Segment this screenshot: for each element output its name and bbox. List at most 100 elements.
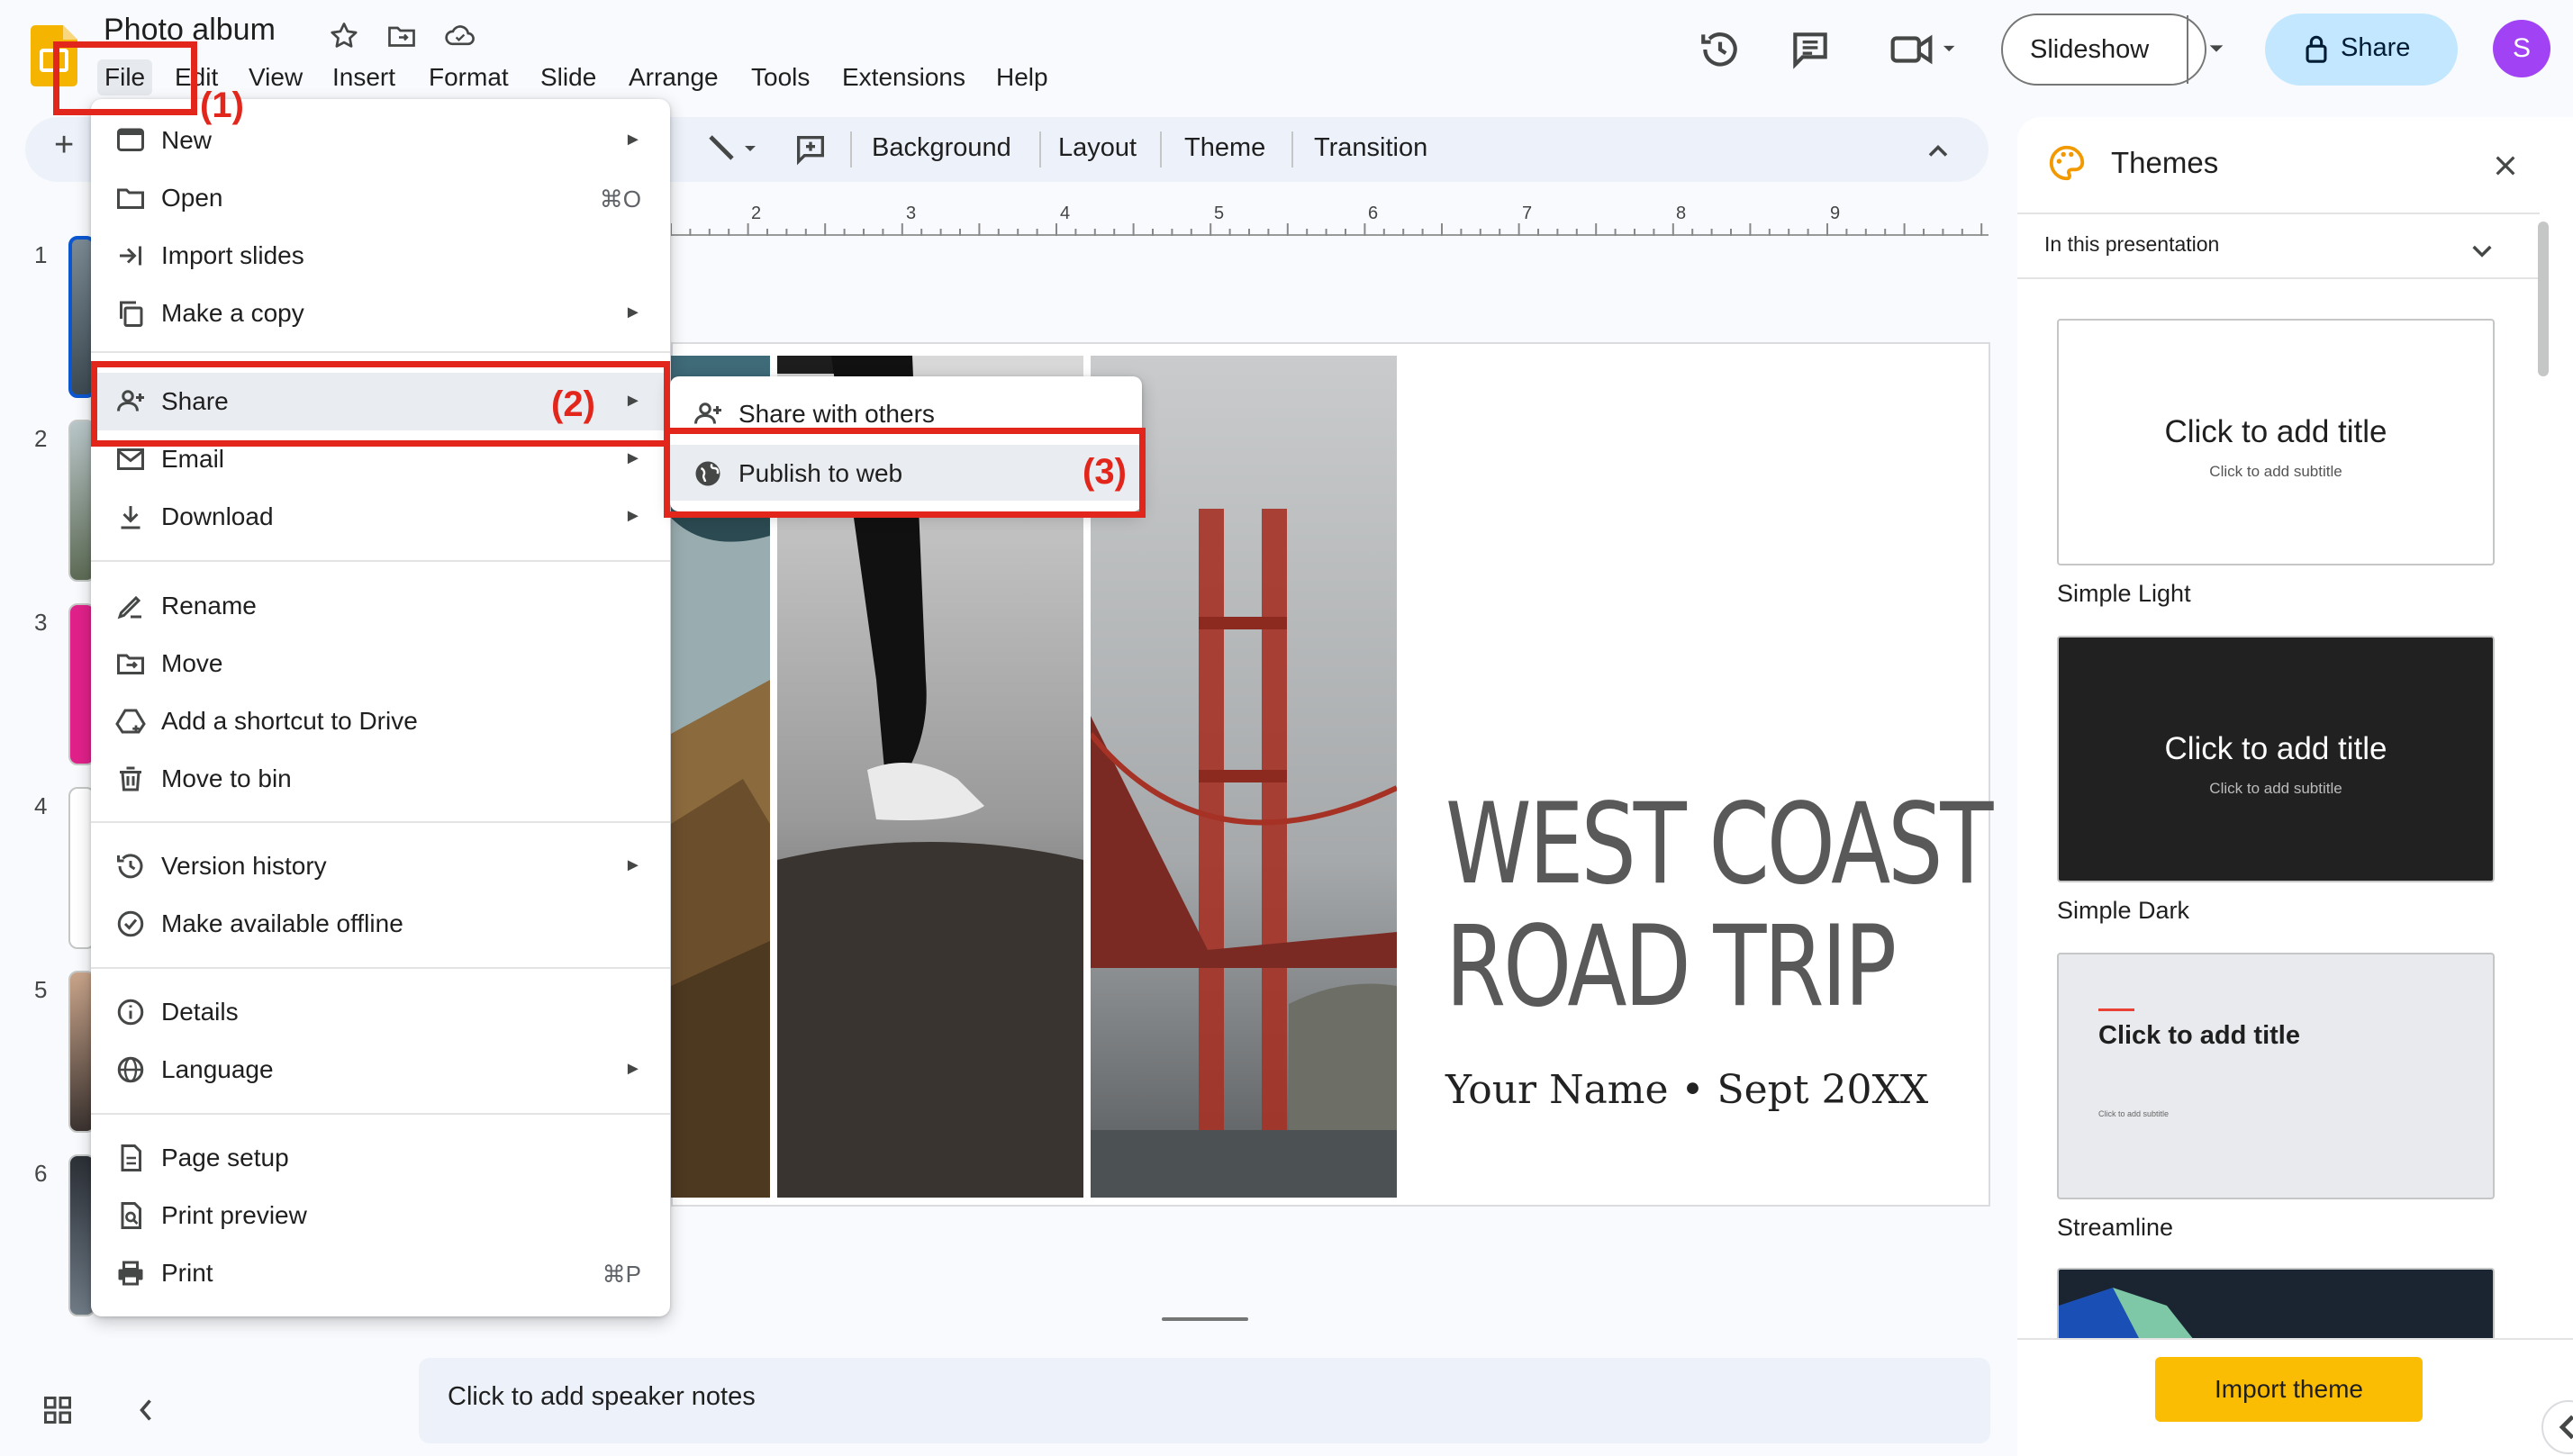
theme-name[interactable]: Simple Dark (2057, 897, 2189, 925)
slideshow-button[interactable]: Slideshow (2001, 14, 2224, 86)
menu-item-label: Move (161, 649, 223, 677)
menu-item-add-shortcut[interactable]: Add a shortcut to Drive (91, 692, 670, 750)
menu-item-print-preview[interactable]: Print preview (91, 1187, 670, 1244)
divider (2017, 277, 2540, 279)
menu-item-page-setup[interactable]: Page setup (91, 1129, 670, 1187)
menu-format[interactable]: Format (421, 59, 516, 95)
menu-view[interactable]: View (241, 59, 310, 95)
menu-item-label: Add a shortcut to Drive (161, 707, 418, 735)
theme-preview-title: Click to add title (2164, 731, 2387, 766)
palette-icon (2046, 142, 2088, 184)
printer-icon (114, 1257, 147, 1289)
menu-item-download[interactable]: Download ► (91, 488, 670, 546)
grid-view-icon[interactable] (41, 1394, 74, 1426)
ruler-label: 5 (1214, 203, 1225, 223)
add-comment-icon[interactable] (793, 131, 829, 167)
layout-button[interactable]: Layout (1058, 133, 1137, 163)
theme-card-partial[interactable] (2057, 1268, 2495, 1338)
menu-item-move-to-bin[interactable]: Move to bin (91, 750, 670, 808)
menu-help[interactable]: Help (989, 59, 1055, 95)
expand-panel-icon[interactable] (2541, 1400, 2573, 1454)
menu-item-label: Page setup (161, 1144, 289, 1171)
submenu-arrow-icon: ► (624, 303, 642, 322)
menu-item-label: Language (161, 1055, 274, 1083)
theme-preview-subtitle: Click to add subtitle (2209, 780, 2342, 797)
slideshow-label: Slideshow (2030, 35, 2150, 64)
slideshow-divider (2187, 15, 2188, 84)
slide-number: 1 (34, 241, 48, 268)
rename-icon (114, 590, 147, 622)
menu-slide[interactable]: Slide (533, 59, 603, 95)
theme-card-simple-light[interactable]: Click to add title Click to add subtitle (2057, 319, 2495, 565)
menu-arrange[interactable]: Arrange (621, 59, 726, 95)
share-button[interactable]: Share (2265, 14, 2458, 86)
move-folder-icon[interactable] (385, 20, 418, 52)
theme-name[interactable]: Streamline (2057, 1214, 2173, 1242)
transition-button[interactable]: Transition (1314, 133, 1427, 163)
slide-number: 6 (34, 1160, 48, 1187)
slide-number: 4 (34, 792, 48, 819)
import-theme-button[interactable]: Import theme (2155, 1357, 2423, 1422)
menu-extensions[interactable]: Extensions (835, 59, 973, 95)
menu-item-move[interactable]: Move (91, 635, 670, 692)
cloud-saved-icon[interactable] (443, 20, 476, 52)
new-slide-button[interactable]: + (54, 126, 74, 165)
slide-headline[interactable]: WEST COAST ROAD TRIP (1445, 780, 1993, 1028)
new-presentation-icon (114, 124, 147, 157)
slide-number: 5 (34, 976, 48, 1003)
submenu-arrow-icon: ► (624, 130, 642, 149)
menu-item-make-a-copy[interactable]: Make a copy ► (91, 285, 670, 342)
import-icon (114, 240, 147, 272)
menu-tools[interactable]: Tools (744, 59, 817, 95)
menu-insert[interactable]: Insert (325, 59, 403, 95)
menu-item-rename[interactable]: Rename (91, 577, 670, 635)
history-icon[interactable] (1698, 27, 1743, 72)
share-person-icon (692, 398, 724, 430)
menu-item-open[interactable]: Open ⌘O (91, 169, 670, 227)
menu-item-label: Details (161, 998, 239, 1026)
collapse-filmstrip-icon[interactable] (133, 1394, 159, 1426)
avatar[interactable]: S (2493, 20, 2550, 77)
print-preview-icon (114, 1199, 147, 1232)
lock-icon (2303, 33, 2330, 64)
slide-subtitle[interactable]: Your Name • Sept 20XX (1445, 1067, 1928, 1113)
line-tool-icon[interactable] (705, 131, 759, 167)
background-button[interactable]: Background (872, 133, 1011, 163)
theme-card-streamline[interactable]: Click to add title Click to add subtitle (2057, 953, 2495, 1199)
menu-item-make-available-offline[interactable]: Make available offline (91, 895, 670, 953)
themes-scrollbar[interactable] (2538, 222, 2549, 376)
notes-resize-handle[interactable] (1162, 1317, 1248, 1321)
menu-item-shortcut: ⌘O (599, 185, 641, 213)
theme-preview-title: Click to add title (2164, 414, 2387, 449)
star-icon[interactable] (328, 20, 360, 52)
chevron-down-icon[interactable] (2468, 236, 2496, 265)
slideshow-dropdown-icon[interactable] (2206, 39, 2226, 59)
menu-item-label: Rename (161, 592, 257, 619)
theme-card-simple-dark[interactable]: Click to add title Click to add subtitle (2057, 636, 2495, 882)
menu-item-details[interactable]: Details (91, 983, 670, 1041)
theme-button[interactable]: Theme (1184, 133, 1265, 163)
submenu-arrow-icon: ► (624, 448, 642, 468)
collapse-toolbar-icon[interactable] (1922, 135, 1954, 167)
slide-number: 2 (34, 425, 48, 452)
themes-filter-select[interactable]: In this presentation (2044, 232, 2219, 257)
menu-item-label: Make a copy (161, 299, 304, 327)
menu-item-language[interactable]: Language ► (91, 1041, 670, 1099)
headline-line-1: WEST COAST (1445, 780, 1993, 909)
theme-name[interactable]: Simple Light (2057, 580, 2191, 608)
menu-item-label: Download (161, 502, 274, 530)
menu-item-print[interactable]: Print ⌘P (91, 1244, 670, 1302)
history-icon (114, 850, 147, 882)
annotation-label-step-1: (1) (200, 86, 244, 125)
menu-item-label: Print (161, 1259, 213, 1287)
close-icon[interactable] (2491, 151, 2520, 180)
ruler-label: 8 (1676, 203, 1687, 223)
speaker-notes-placeholder[interactable]: Click to add speaker notes (448, 1382, 756, 1412)
menu-item-new[interactable]: New ► (91, 112, 670, 169)
menu-item-import-slides[interactable]: Import slides (91, 227, 670, 285)
comment-icon[interactable] (1788, 27, 1833, 72)
theme-preview-title: Click to add title (2098, 1021, 2300, 1050)
horizontal-ruler (670, 203, 1989, 236)
menu-item-version-history[interactable]: Version history ► (91, 837, 670, 895)
video-call-icon[interactable] (1887, 27, 1959, 72)
